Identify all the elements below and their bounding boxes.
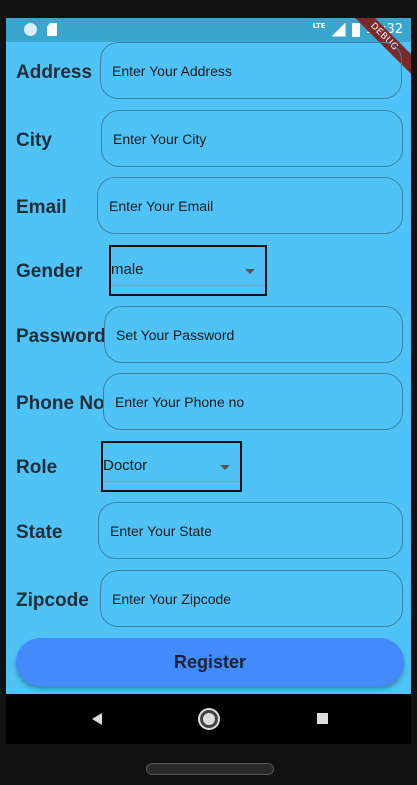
sd-card-icon — [47, 23, 57, 36]
notification-dot-icon — [24, 23, 37, 36]
role-underline — [103, 481, 240, 482]
address-input[interactable]: Enter Your Address — [100, 42, 402, 99]
gender-value: male — [111, 261, 144, 278]
battery-icon — [351, 22, 360, 37]
city-label: City — [16, 130, 52, 151]
state-label: State — [16, 522, 63, 543]
signal-icon — [331, 22, 346, 37]
gender-label: Gender — [16, 261, 83, 282]
square-recents-icon[interactable] — [317, 713, 328, 724]
city-input[interactable]: Enter Your City — [101, 110, 403, 167]
address-label: Address — [16, 62, 93, 83]
email-input[interactable]: Enter Your Email — [97, 177, 403, 234]
triangle-back-icon[interactable] — [92, 713, 102, 725]
status-bar: LTE 11:32 — [6, 18, 411, 42]
phone-label: Phone No — [16, 393, 105, 414]
zipcode-label: Zipcode — [16, 590, 89, 611]
arrow-drop-down-icon — [245, 269, 255, 274]
password-input[interactable]: Set Your Password — [104, 306, 403, 363]
phone-input[interactable]: Enter Your Phone no — [103, 373, 403, 430]
password-label: Password — [16, 326, 106, 347]
phone-frame: LTE 11:32 DEBUG Address Enter Your Addre… — [0, 0, 417, 785]
app-screen: LTE 11:32 DEBUG Address Enter Your Addre… — [6, 18, 411, 694]
state-input[interactable]: Enter Your State — [98, 502, 403, 559]
role-value: Doctor — [103, 457, 148, 474]
zipcode-input[interactable]: Enter Your Zipcode — [100, 570, 403, 627]
gender-dropdown[interactable]: male — [109, 245, 267, 296]
register-button[interactable]: Register — [16, 638, 404, 686]
email-label: Email — [16, 197, 67, 218]
role-dropdown[interactable]: Doctor — [101, 441, 242, 492]
role-label: Role — [16, 457, 58, 478]
arrow-drop-down-icon — [220, 465, 230, 470]
network-type: LTE — [312, 21, 326, 30]
phone-speaker — [146, 763, 274, 775]
system-nav-bar — [6, 694, 411, 744]
circle-home-icon[interactable] — [200, 710, 218, 728]
gender-underline — [111, 285, 265, 286]
